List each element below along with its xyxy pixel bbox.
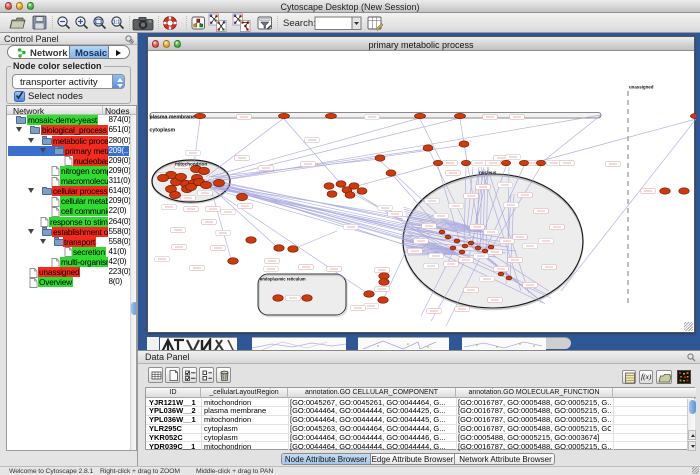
svg-text:unassigned: unassigned xyxy=(629,85,654,90)
svg-text:plasma membrane: plasma membrane xyxy=(150,114,196,120)
svg-text:Search:: Search: xyxy=(283,18,316,29)
svg-text:1:1: 1:1 xyxy=(113,20,120,26)
svg-text:mitochondrion: mitochondrion xyxy=(175,162,207,167)
svg-text:nucleus: nucleus xyxy=(479,170,497,175)
svg-text:endoplasmic reticulum: endoplasmic reticulum xyxy=(260,277,306,282)
svg-text:cytoplasm: cytoplasm xyxy=(150,128,176,134)
